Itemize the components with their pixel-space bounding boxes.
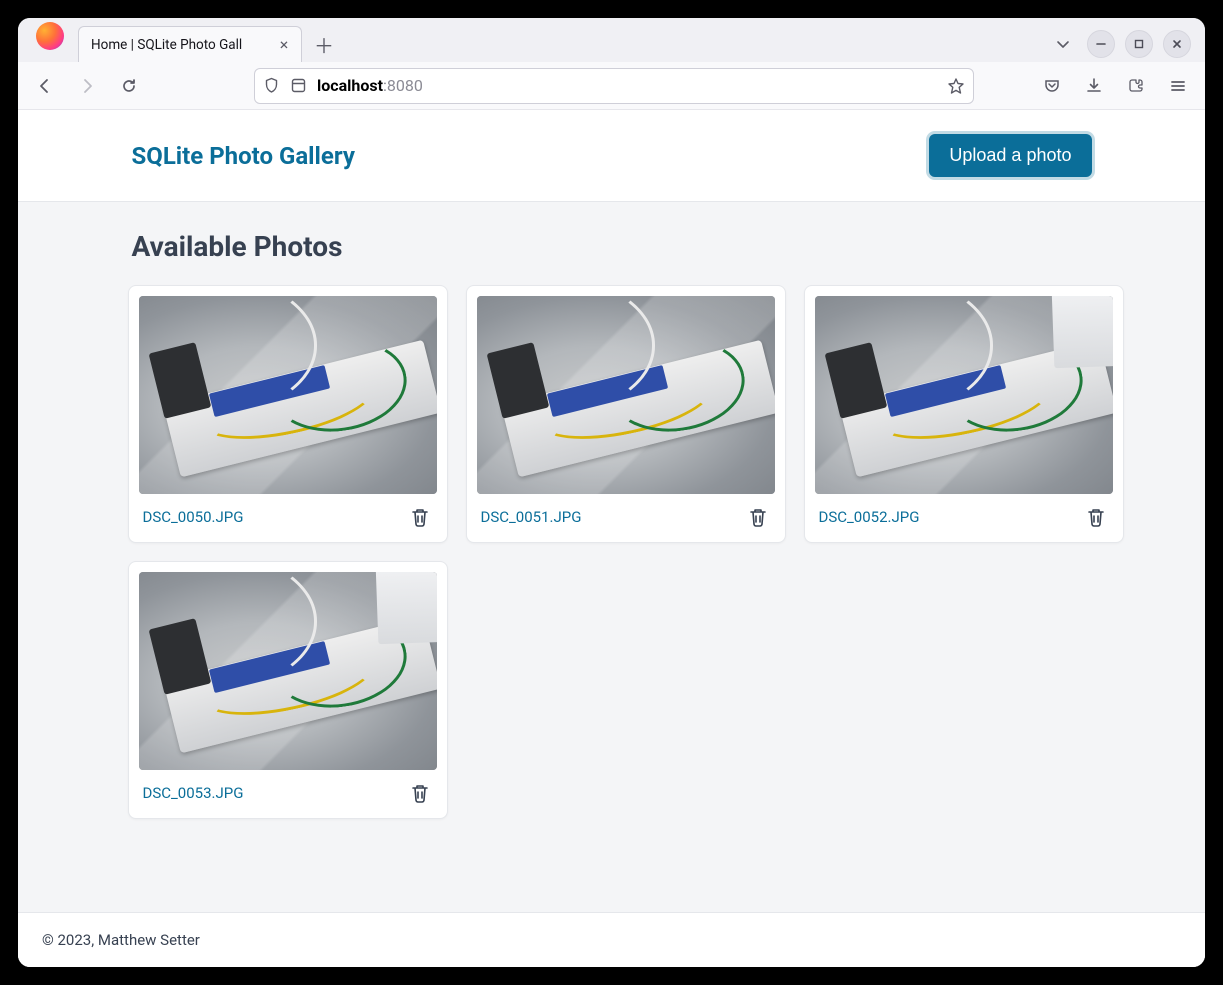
- close-window-button[interactable]: [1163, 30, 1191, 58]
- photo-filename-link[interactable]: DSC_0051.JPG: [481, 508, 582, 526]
- maximize-window-button[interactable]: [1125, 30, 1153, 58]
- photo-grid: DSC_0050.JPG DSC_0051.JPG DSC_0052.JPG DSC_…: [128, 285, 1096, 819]
- site-header: SQLite Photo Gallery Upload a photo: [18, 110, 1205, 202]
- page-viewport: SQLite Photo Gallery Upload a photo Avai…: [18, 110, 1205, 967]
- photo-card: DSC_0050.JPG: [128, 285, 448, 543]
- site-footer: © 2023, Matthew Setter: [18, 912, 1205, 967]
- photo-filename-link[interactable]: DSC_0052.JPG: [819, 508, 920, 526]
- new-tab-button[interactable]: ＋: [308, 28, 340, 60]
- app-menu-icon[interactable]: [1161, 69, 1195, 103]
- browser-window: Home | SQLite Photo Gall × ＋: [18, 18, 1205, 967]
- tab-strip: Home | SQLite Photo Gall × ＋: [18, 18, 1205, 62]
- photo-card: DSC_0051.JPG: [466, 285, 786, 543]
- site-info-icon[interactable]: [290, 77, 307, 94]
- close-tab-icon[interactable]: ×: [275, 36, 293, 54]
- desktop-frame: Home | SQLite Photo Gall × ＋: [0, 0, 1223, 985]
- back-button[interactable]: [28, 69, 62, 103]
- shield-icon[interactable]: [263, 77, 280, 94]
- browser-toolbar: localhost:8080: [18, 62, 1205, 110]
- reload-button[interactable]: [112, 69, 146, 103]
- delete-photo-icon[interactable]: [745, 504, 771, 530]
- photo-thumbnail[interactable]: [815, 296, 1113, 494]
- forward-button[interactable]: [70, 69, 104, 103]
- delete-photo-icon[interactable]: [407, 504, 433, 530]
- photo-card: DSC_0052.JPG: [804, 285, 1124, 543]
- pocket-icon[interactable]: [1035, 69, 1069, 103]
- upload-photo-button[interactable]: Upload a photo: [929, 134, 1091, 177]
- url-host: localhost: [317, 76, 383, 95]
- delete-photo-icon[interactable]: [407, 780, 433, 806]
- url-security-icons: [263, 77, 307, 94]
- delete-photo-icon[interactable]: [1083, 504, 1109, 530]
- photo-thumbnail[interactable]: [139, 296, 437, 494]
- list-tabs-button[interactable]: [1049, 30, 1077, 58]
- url-port: :8080: [383, 76, 423, 95]
- photo-filename-link[interactable]: DSC_0050.JPG: [143, 508, 244, 526]
- browser-tab[interactable]: Home | SQLite Photo Gall ×: [78, 26, 302, 62]
- photo-card: DSC_0053.JPG: [128, 561, 448, 819]
- section-title: Available Photos: [128, 230, 1096, 263]
- photo-filename-link[interactable]: DSC_0053.JPG: [143, 784, 244, 802]
- url-text: localhost:8080: [317, 76, 937, 95]
- tab-strip-right: [1049, 30, 1197, 62]
- photo-thumbnail[interactable]: [139, 572, 437, 770]
- minimize-window-button[interactable]: [1087, 30, 1115, 58]
- photo-thumbnail[interactable]: [477, 296, 775, 494]
- site-brand[interactable]: SQLite Photo Gallery: [132, 142, 355, 170]
- downloads-icon[interactable]: [1077, 69, 1111, 103]
- tab-title: Home | SQLite Photo Gall: [91, 37, 267, 53]
- address-bar[interactable]: localhost:8080: [254, 68, 974, 104]
- bookmark-star-icon[interactable]: [947, 77, 965, 95]
- main-content: Available Photos DSC_0050.JPG DSC_0051.JP…: [18, 202, 1205, 912]
- copyright-text: © 2023, Matthew Setter: [42, 931, 200, 949]
- tabs-row: Home | SQLite Photo Gall × ＋: [78, 18, 340, 62]
- extensions-icon[interactable]: [1119, 69, 1153, 103]
- firefox-logo-icon: [36, 22, 64, 50]
